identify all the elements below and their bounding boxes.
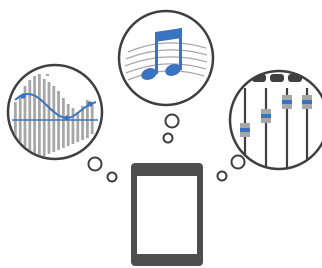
spectrum-bar (33, 76, 36, 154)
mixer-knob-indicator (240, 128, 250, 132)
spectrum-bar (38, 74, 41, 156)
spectrum-bar (28, 80, 32, 153)
mixer-bubble (228, 69, 322, 171)
mixer-cap (270, 74, 284, 82)
audio-thought-illustration (6, 9, 322, 266)
smartphone-icon (131, 163, 203, 266)
music-bubble (117, 9, 215, 107)
mixer-knob-indicator (302, 100, 312, 104)
chart-bubble (6, 63, 104, 161)
spectrum-bar (90, 104, 94, 134)
spectrum-bar (62, 98, 65, 148)
spectrum-bar (66, 104, 70, 146)
spectrum-bar (42, 79, 46, 156)
spectrum-bar (76, 112, 80, 142)
spectrum-bar (71, 108, 75, 144)
mixer-knob-indicator (261, 114, 271, 118)
mixer-knob-indicator (282, 100, 292, 104)
spectrum-bar (47, 82, 51, 154)
spectrum-bar (52, 86, 56, 152)
